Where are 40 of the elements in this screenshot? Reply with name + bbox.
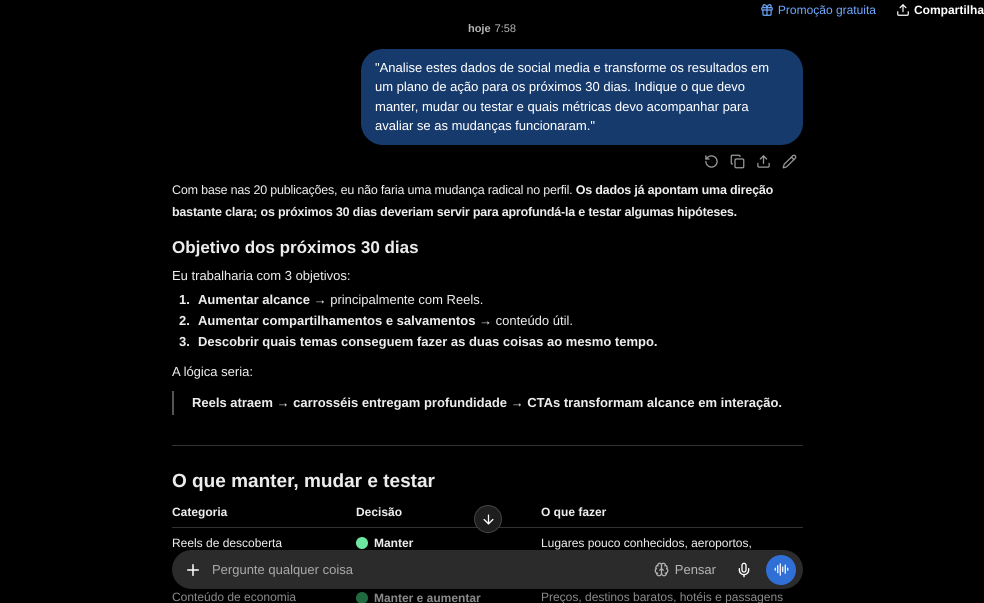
objectives-lead: Eu trabalharia com 3 objetivos:: [172, 267, 352, 285]
logic-lead: A lógica seria:: [172, 362, 254, 381]
section-heading: Objetivo dos próximos 30 dias: [172, 236, 420, 258]
column-header: Categoria: [172, 504, 228, 521]
voice-button[interactable]: [766, 554, 796, 584]
list-item-text: Aumentar alcance → principalmente com Reels.: [198, 292, 484, 308]
edit-icon[interactable]: [782, 154, 797, 168]
user-message: "Analise estes dados de social media e transforme os resultados em um plano de ação para os próximos 30 dias. Indique o que devo manter, mudar ou testar e quais métricas devo acompanhar para avaliar se as mudanças funcionaram.": [361, 48, 803, 144]
copy-icon[interactable]: [730, 154, 745, 168]
retry-icon[interactable]: [704, 154, 719, 168]
promo-link[interactable]: Promoção gratuita: [760, 1, 876, 19]
think-button[interactable]: Pensar: [654, 560, 716, 580]
section-heading: O que manter, mudar e testar: [172, 470, 435, 494]
intro-paragraph: Com base nas 20 publicações, eu não faria uma mudança radical no perfil. Os dados já apontam uma direção bastante clara; os próximos 30 dias deveriam servir para aprofundá-la e testar algumas hipóteses.: [172, 182, 774, 221]
prompt-input[interactable]: Pergunte qualquer coisa: [212, 560, 654, 580]
brain-icon: [654, 562, 669, 577]
table-cell-text: Manter: [374, 535, 414, 552]
share-icon[interactable]: [756, 154, 771, 168]
list-item-text: Aumentar compartilhamentos e salvamentos → conteúdo útil.: [198, 312, 573, 328]
list-item-text: Descobrir quais temas conseguem fazer as duas coisas ao mesmo tempo.: [198, 334, 658, 350]
table-cell-text: Lugares pouco conhecidos, aeroportos,: [541, 535, 753, 552]
column-header: Decisão: [356, 504, 402, 521]
share-button[interactable]: Compartilha: [896, 1, 984, 19]
blockquote-text: Reels atraem → carrosséis entregam profundidade → CTAs transformam alcance em interação.: [192, 394, 784, 412]
timestamp-time: 7:58: [494, 22, 516, 37]
voice-wave-icon: [774, 562, 788, 577]
table-cell-text: Reels de descoberta: [172, 535, 284, 552]
list-number: 1.: [178, 292, 191, 308]
arrow-down-icon: [480, 512, 496, 526]
timestamp-day: hoje: [468, 21, 491, 38]
share-icon: [896, 3, 910, 17]
table-cell-text: Conteúdo de economia: [172, 592, 298, 603]
list-number: 3.: [178, 334, 191, 350]
column-header: O que fazer: [541, 504, 606, 521]
gift-icon: [760, 3, 774, 17]
scroll-down-button[interactable]: [474, 505, 502, 533]
microphone-icon[interactable]: [736, 562, 752, 578]
table-cell: Manter e aumentar: [374, 592, 481, 603]
prompt-field[interactable]: Pergunte qualquer coisa Pensar: [172, 550, 803, 589]
list-number: 2.: [178, 312, 191, 328]
